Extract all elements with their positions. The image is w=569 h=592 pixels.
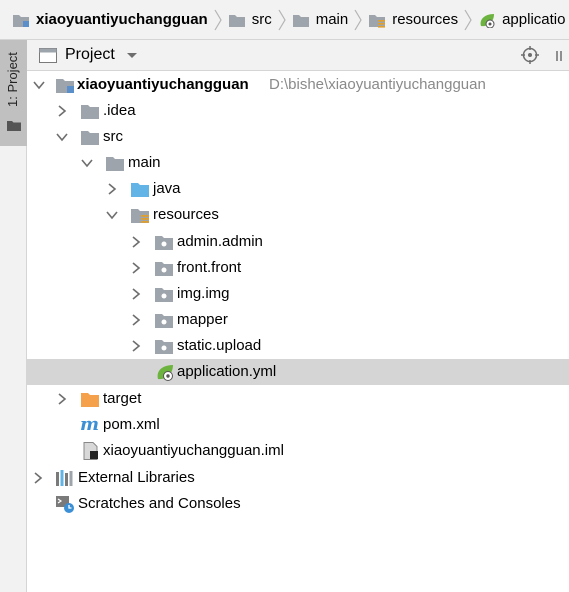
- breadcrumb-item-src[interactable]: src: [228, 0, 292, 39]
- maven-icon: m: [80, 414, 100, 435]
- breadcrumb-item-main[interactable]: main: [292, 0, 369, 39]
- tree-node-idea[interactable]: .idea: [27, 98, 569, 124]
- chevron-right-icon[interactable]: [31, 471, 45, 485]
- tree-node-application-yml[interactable]: application.yml: [27, 359, 569, 385]
- chevron-down-icon[interactable]: [80, 156, 94, 170]
- tree-node-src[interactable]: src: [27, 124, 569, 150]
- tree-node-label: pom.xml: [103, 416, 160, 433]
- chevron-right-icon[interactable]: [129, 287, 143, 301]
- tree-node-label: xiaoyuantiyuchangguan.iml: [103, 442, 284, 459]
- tree-node-static[interactable]: static.upload: [27, 333, 569, 359]
- chevron-right-icon[interactable]: [55, 392, 69, 406]
- breadcrumb-item-project[interactable]: xiaoyuantiyuchangguan: [12, 0, 228, 39]
- spring-leaf-icon: [157, 365, 173, 381]
- tree-node-pom[interactable]: m pom.xml: [27, 412, 569, 438]
- tree-node-label: front.front: [177, 259, 242, 276]
- tree-node-label: External Libraries: [78, 469, 195, 486]
- tree-node-front[interactable]: front.front: [27, 255, 569, 281]
- tree-node-label: src: [103, 128, 123, 145]
- folder-icon: [81, 131, 99, 145]
- breadcrumb-label: resources: [392, 11, 459, 28]
- chevron-down-icon[interactable]: [55, 130, 69, 144]
- chevron-down-icon[interactable]: [105, 208, 119, 222]
- project-tool-tab-label: 1: Project: [5, 52, 20, 107]
- tree-node-label: application.yml: [177, 363, 277, 380]
- tree-node-label: static.upload: [177, 337, 262, 354]
- tree-node-label: admin.admin: [177, 233, 263, 250]
- tree-node-resources[interactable]: resources: [27, 202, 569, 228]
- project-panel-header: Project: [27, 40, 569, 71]
- module-folder-icon: [13, 14, 29, 27]
- package-folder-icon: [155, 314, 173, 328]
- locate-file-icon[interactable]: [521, 46, 539, 64]
- tree-node-label: .idea: [103, 102, 136, 119]
- breadcrumb-label: src: [251, 11, 272, 28]
- tree-node-label: resources: [153, 206, 219, 223]
- chevron-right-icon: [276, 0, 288, 39]
- library-icon: [56, 470, 73, 486]
- tool-window-strip: 1: Project: [0, 40, 27, 592]
- chevron-right-icon[interactable]: [129, 339, 143, 353]
- folder-icon: [106, 157, 124, 171]
- breadcrumb-label: applicatio: [502, 11, 566, 28]
- chevron-right-icon[interactable]: [55, 104, 69, 118]
- package-folder-icon: [155, 340, 173, 354]
- resources-folder-icon: [131, 209, 149, 223]
- tree-node-target[interactable]: target: [27, 386, 569, 412]
- tree-node-admin[interactable]: admin.admin: [27, 229, 569, 255]
- project-tree: xiaoyuantiyuchangguan D:\bishe\xiaoyuant…: [27, 71, 569, 592]
- tree-node-external-libraries[interactable]: External Libraries: [27, 465, 569, 491]
- resources-folder-icon: [369, 14, 386, 28]
- tree-node-main[interactable]: main: [27, 150, 569, 176]
- folder-icon: [292, 14, 309, 27]
- excluded-folder-icon: [81, 393, 99, 407]
- panel-title[interactable]: Project: [65, 46, 115, 64]
- tree-node-label: target: [103, 390, 142, 407]
- package-folder-icon: [155, 262, 173, 276]
- breadcrumb-item-application[interactable]: applicatio: [478, 0, 566, 39]
- tree-node-java[interactable]: java: [27, 176, 569, 202]
- chevron-right-icon[interactable]: [129, 235, 143, 249]
- chevron-right-icon: [212, 0, 224, 39]
- tree-node-img[interactable]: img.img: [27, 281, 569, 307]
- module-folder-icon: [56, 79, 74, 93]
- package-folder-icon: [155, 288, 173, 302]
- breadcrumb-label: xiaoyuantiyuchangguan: [36, 11, 208, 28]
- breadcrumb-label: main: [315, 11, 349, 28]
- chevron-down-icon[interactable]: [32, 78, 46, 92]
- tree-node-scratches[interactable]: Scratches and Consoles: [27, 491, 569, 517]
- source-folder-icon: [131, 183, 149, 197]
- tree-node-label: img.img: [177, 285, 230, 302]
- tree-node-root[interactable]: xiaoyuantiyuchangguan D:\bishe\xiaoyuant…: [27, 72, 569, 98]
- chevron-right-icon: [352, 0, 364, 39]
- tree-node-path: D:\bishe\xiaoyuantiyuchangguan: [269, 76, 486, 93]
- chevron-down-icon[interactable]: [126, 50, 137, 60]
- spring-leaf-icon: [480, 13, 495, 28]
- breadcrumb-item-resources[interactable]: resources: [368, 0, 478, 39]
- breadcrumb: xiaoyuantiyuchangguan src main resources: [0, 0, 569, 40]
- tree-node-label: java: [153, 180, 181, 197]
- chevron-right-icon: [462, 0, 474, 39]
- module-file-icon: [83, 442, 98, 460]
- chevron-right-icon[interactable]: [129, 313, 143, 327]
- collapse-settings-icon[interactable]: [555, 50, 569, 62]
- tree-node-label: xiaoyuantiyuchangguan: [77, 76, 249, 93]
- tree-node-mapper[interactable]: mapper: [27, 307, 569, 333]
- scratches-icon: [56, 496, 74, 513]
- tree-node-iml[interactable]: xiaoyuantiyuchangguan.iml: [27, 438, 569, 464]
- chevron-right-icon[interactable]: [129, 261, 143, 275]
- package-folder-icon: [155, 236, 173, 250]
- project-view-icon: [39, 47, 57, 63]
- tree-node-label: main: [128, 154, 161, 171]
- chevron-right-icon[interactable]: [105, 182, 119, 196]
- folder-icon: [228, 14, 245, 27]
- tree-node-label: mapper: [177, 311, 228, 328]
- project-tool-tab[interactable]: 1: Project: [0, 40, 27, 146]
- tree-node-label: Scratches and Consoles: [78, 495, 241, 512]
- folder-icon: [7, 121, 21, 131]
- folder-icon: [81, 105, 99, 119]
